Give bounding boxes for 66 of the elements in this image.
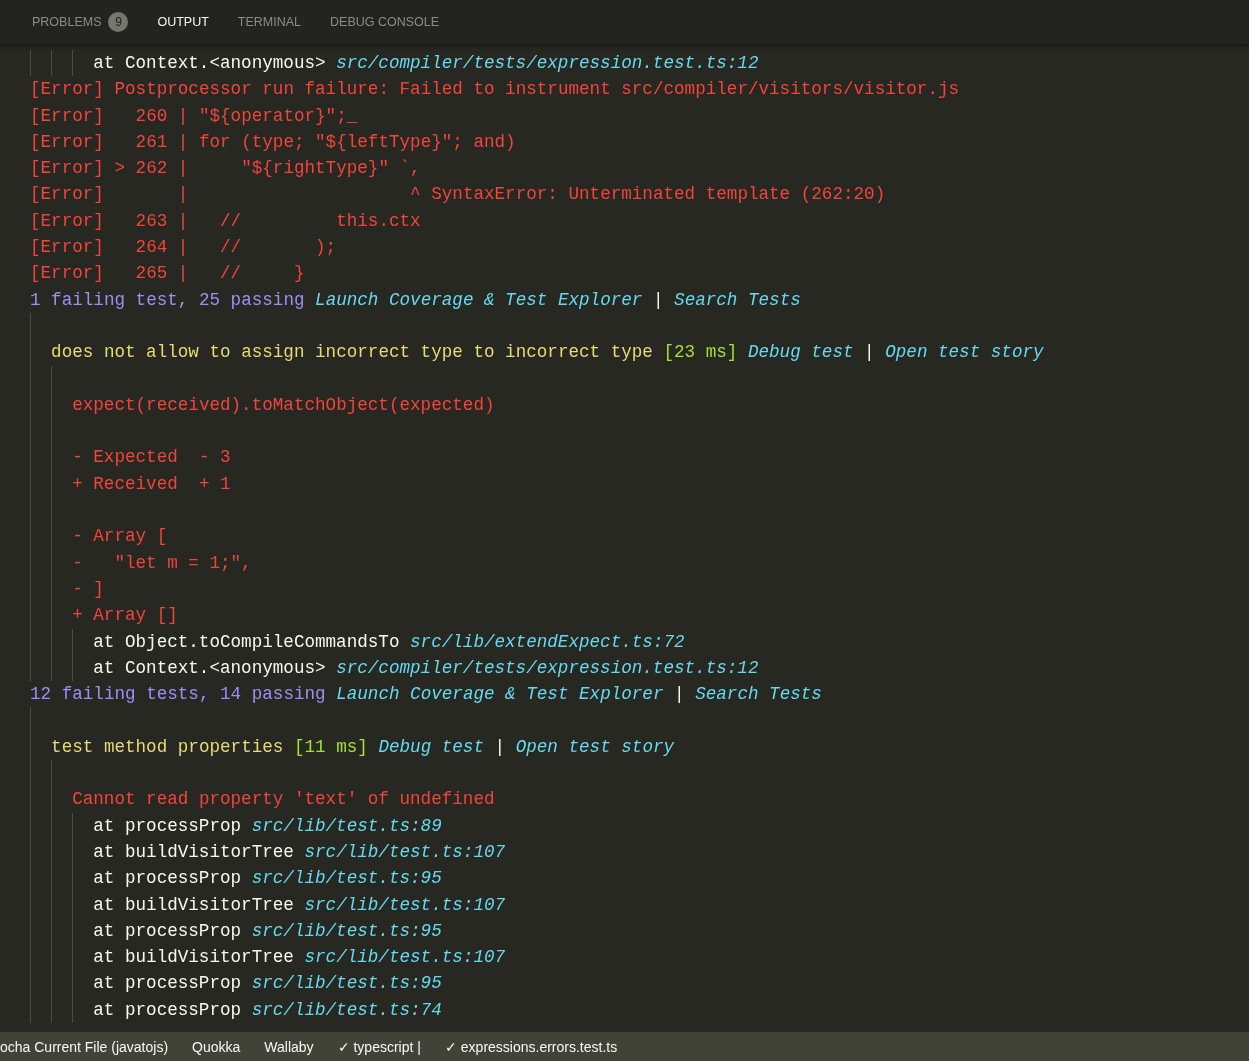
test-duration: [11 ms]	[293, 736, 368, 757]
output-link[interactable]: Search Tests	[674, 289, 801, 310]
output-link[interactable]: Launch Coverage & Test Explorer	[336, 684, 664, 705]
output-link[interactable]: Search Tests	[695, 684, 822, 705]
panel-tab[interactable]: PROBLEMS	[32, 11, 102, 33]
test-name: test method properties	[51, 736, 284, 757]
error-text: - ]	[72, 578, 104, 599]
output-link[interactable]: src/lib/test.ts:107	[304, 841, 506, 862]
stack-frame-text: at processProp	[93, 815, 242, 836]
stack-frame-text: at Context.<anonymous>	[93, 53, 326, 73]
panel-tab[interactable]: TERMINAL	[237, 11, 302, 33]
separator: |	[674, 684, 685, 705]
error-text: - Expected - 3	[72, 447, 231, 468]
separator: |	[864, 342, 875, 363]
panel-tab[interactable]: OUTPUT	[157, 11, 209, 33]
error-text: [Error] > 262 | "${rightType}" `,	[30, 158, 421, 179]
error-text: expect(received).toMatchObject(expected)	[72, 394, 495, 415]
stack-frame-text: at processProp	[93, 868, 242, 889]
output-link[interactable]: src/compiler/tests/expression.test.ts:12	[336, 53, 759, 73]
status-bar-item[interactable]: Quokka	[192, 1038, 241, 1055]
status-bar-item[interactable]: ✓ expressions.errors.test.ts	[444, 1038, 618, 1055]
panel-tab[interactable]: DEBUG CONSOLE	[330, 11, 440, 33]
stack-frame-text: at buildVisitorTree	[93, 841, 294, 862]
stack-frame-text: at processProp	[93, 973, 242, 994]
error-text: [Error] Postprocessor run failure: Failed to instrument src/compiler/visitors/visitor.js	[30, 79, 960, 100]
error-text: - Array [	[72, 526, 168, 547]
stack-frame-text: at buildVisitorTree	[93, 947, 294, 968]
output-link[interactable]: src/lib/extendExpect.ts:72	[410, 631, 685, 652]
error-text: Cannot read property 'text' of undefined	[72, 789, 495, 810]
stack-frame-text: at Context.<anonymous>	[93, 657, 326, 678]
test-summary: 1 failing test, 25 passing	[30, 289, 305, 310]
stack-frame-text: at Object.toCompileCommandsTo	[93, 631, 400, 652]
error-text: [Error] 263 | // this.ctx	[30, 210, 421, 231]
output-link[interactable]: src/lib/test.ts:95	[251, 868, 442, 889]
output-link[interactable]: src/lib/test.ts:95	[251, 973, 442, 994]
error-text: + Array []	[72, 605, 178, 626]
test-summary: 12 failing tests, 14 passing	[30, 684, 326, 705]
output-link[interactable]: Debug test	[747, 342, 854, 363]
error-text: [Error] 264 | // );	[30, 237, 337, 258]
output-link[interactable]: src/lib/test.ts:95	[251, 920, 442, 941]
output-link[interactable]: Open test story	[515, 736, 675, 757]
count-badge: 9	[108, 12, 129, 32]
error-text: [Error] 261 | for (type; "${leftType}"; and)	[30, 131, 516, 152]
stack-frame-text: at buildVisitorTree	[93, 894, 294, 915]
stack-frame-text: at processProp	[93, 920, 242, 941]
output-link[interactable]: Open test story	[885, 342, 1044, 363]
status-bar-item[interactable]: ✓ typescript |	[337, 1038, 421, 1055]
output-link[interactable]: Debug test	[378, 736, 484, 757]
error-text: [Error] | ^ SyntaxError: Unterminated template (262:20)	[30, 184, 886, 205]
output-link[interactable]: src/lib/test.ts:107	[304, 947, 506, 968]
error-text: [Error] 265 | // }	[30, 263, 305, 284]
test-duration: [23 ms]	[663, 342, 738, 363]
output-link[interactable]: src/lib/test.ts:74	[251, 999, 442, 1020]
separator: |	[652, 289, 664, 310]
error-text: [Error] 260 | "${operator}";_	[30, 105, 358, 126]
status-bar-item[interactable]: ocha Current File (javatojs)	[0, 1038, 169, 1055]
output-link[interactable]: src/compiler/tests/expression.test.ts:12	[336, 657, 759, 678]
status-bar-item[interactable]: Wallaby	[264, 1038, 314, 1055]
error-text: + Received + 1	[72, 473, 231, 494]
output-link[interactable]: src/lib/test.ts:107	[304, 894, 506, 915]
separator: |	[494, 736, 506, 757]
output-link[interactable]: Launch Coverage & Test Explorer	[315, 289, 643, 310]
test-name: does not allow to assign incorrect type to incorrect type	[51, 342, 653, 363]
output-link[interactable]: src/lib/test.ts:89	[251, 815, 442, 836]
error-text: - "let m = 1;",	[72, 552, 252, 573]
stack-frame-text: at processProp	[93, 999, 242, 1020]
